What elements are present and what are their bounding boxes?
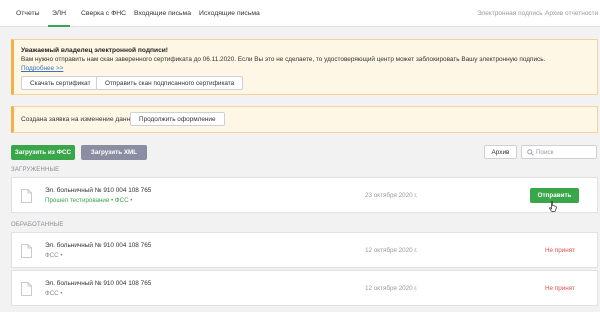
tab-incoming-letters[interactable]: Входящие письма bbox=[134, 0, 191, 27]
search-box[interactable] bbox=[521, 145, 597, 159]
search-input[interactable] bbox=[536, 147, 594, 158]
certificate-notice: Уважаемый владелец электронной подписи! … bbox=[11, 39, 598, 95]
notice-title: Уважаемый владелец электронной подписи! bbox=[21, 47, 168, 54]
document-date: 12 октября 2020 г. bbox=[365, 247, 418, 254]
hand-cursor-icon bbox=[549, 201, 557, 212]
list-item[interactable]: Эл. больничный № 910 004 108 765 ФСС • 1… bbox=[11, 270, 598, 306]
document-icon bbox=[21, 244, 32, 258]
notice-text: Вам нужно отправить нам скан заверенного… bbox=[21, 56, 546, 63]
download-certificate-button[interactable]: Скачать сертификат bbox=[21, 76, 100, 90]
document-status: Прошел тестирование • ФСС • bbox=[45, 197, 133, 204]
rejected-status: Не принят bbox=[545, 247, 575, 254]
change-request-panel: Создана заявка на изменение данных Продо… bbox=[11, 106, 598, 133]
document-title: Эл. больничный № 910 004 108 765 bbox=[45, 280, 152, 287]
document-title: Эл. больничный № 910 004 108 765 bbox=[45, 242, 152, 249]
rejected-status: Не принят bbox=[545, 285, 575, 292]
tab-outgoing-letters[interactable]: Исходящие письма bbox=[199, 0, 260, 27]
list-item[interactable]: Эл. больничный № 910 004 108 765 Прошел … bbox=[11, 177, 598, 213]
change-request-text: Создана заявка на изменение данных bbox=[21, 116, 139, 123]
document-status: ФСС • bbox=[45, 290, 63, 297]
upload-from-fss-button[interactable]: Загрузить из ФСС bbox=[11, 145, 75, 160]
upload-xml-button[interactable]: Загрузить XML bbox=[81, 145, 147, 160]
document-icon bbox=[21, 282, 32, 296]
tab-eln[interactable]: ЭЛН bbox=[47, 0, 71, 27]
tab-reports[interactable]: Отчеты bbox=[16, 0, 40, 27]
archive-button[interactable]: Архив bbox=[484, 145, 517, 159]
reports-archive-link[interactable]: Архив отчетности bbox=[545, 0, 598, 27]
document-date: 12 октября 2020 г. bbox=[365, 285, 418, 292]
processed-section-label: ОБРАБОТАННЫЕ bbox=[11, 222, 64, 228]
continue-request-button[interactable]: Продолжить оформление bbox=[130, 112, 225, 126]
more-details-link[interactable]: Подробнее >> bbox=[21, 65, 63, 72]
tab-fns-reconciliation[interactable]: Сверка с ФНС bbox=[81, 0, 126, 27]
top-navigation: Отчеты ЭЛН Сверка с ФНС Входящие письма … bbox=[0, 0, 600, 27]
send-signed-scan-button[interactable]: Отправить скан подписанного сертификата bbox=[96, 76, 244, 90]
list-item[interactable]: Эл. больничный № 910 004 108 765 ФСС • 1… bbox=[11, 232, 598, 268]
loaded-section-label: ЗАГРУЖЕННЫЕ bbox=[11, 167, 60, 173]
search-icon bbox=[527, 149, 534, 156]
document-icon bbox=[21, 189, 32, 203]
document-date: 23 октября 2020 г. bbox=[365, 192, 418, 199]
document-title: Эл. больничный № 910 004 108 765 bbox=[45, 187, 152, 194]
electronic-signature-link[interactable]: Электронная подпись bbox=[477, 0, 543, 27]
document-status: ФСС • bbox=[45, 252, 63, 259]
